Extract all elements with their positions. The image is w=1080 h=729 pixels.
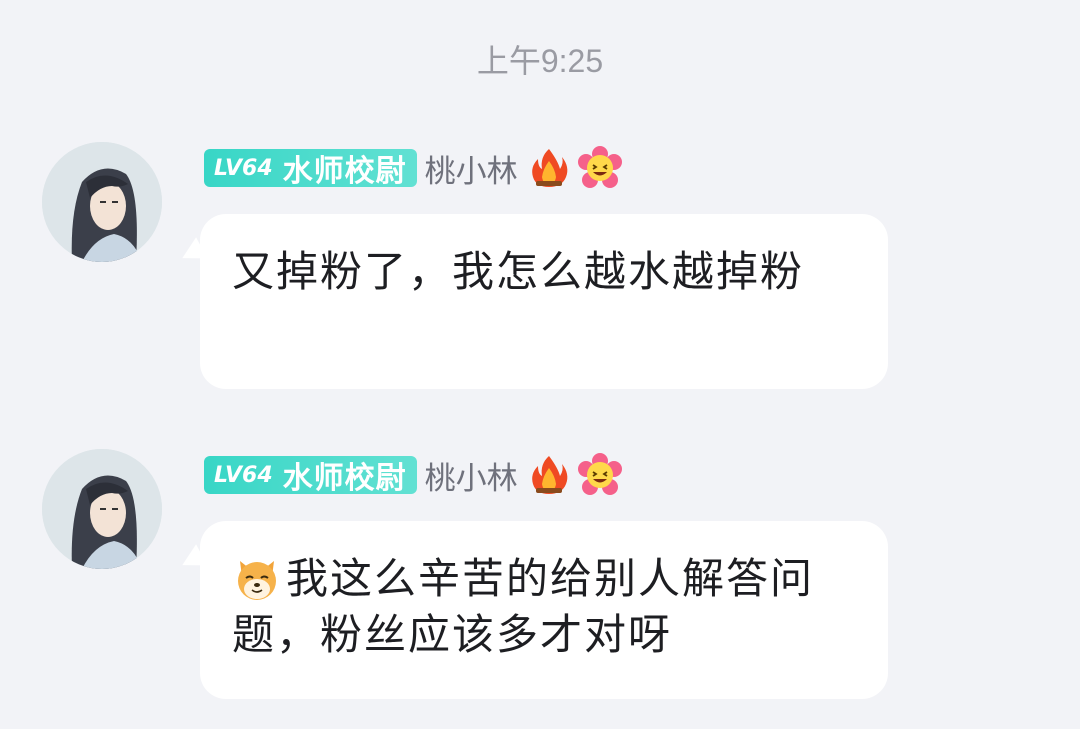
avatar[interactable] xyxy=(42,142,162,262)
message-timestamp: 上午9:25 xyxy=(476,43,604,79)
message-text: 又掉粉了，我怎么越水越掉粉 xyxy=(232,247,805,296)
message-text: 我这么辛苦的给别人解答问题，粉丝应该多才对呀 xyxy=(232,554,815,659)
message-bubble[interactable]: 我这么辛苦的给别人解答问题，粉丝应该多才对呀 xyxy=(200,521,888,699)
shiba-dog-icon xyxy=(238,561,276,600)
message-bubble[interactable]: 又掉粉了，我怎么越水越掉粉 xyxy=(200,214,888,389)
rank-title: 水师校尉 xyxy=(282,461,407,496)
fire-icon xyxy=(531,456,567,494)
username[interactable]: 桃小林 xyxy=(425,453,518,498)
level-badge[interactable]: LV64 水师校尉 xyxy=(204,456,417,496)
level-label: LV64 xyxy=(214,155,273,181)
level-label: LV64 xyxy=(214,462,273,488)
sender-info: LV64 水师校尉 桃小林 xyxy=(204,146,622,190)
laughing-flower-icon xyxy=(577,453,622,495)
level-badge[interactable]: LV64 水师校尉 xyxy=(204,149,417,189)
laughing-flower-icon xyxy=(577,146,622,188)
avatar[interactable] xyxy=(42,449,162,569)
rank-title: 水师校尉 xyxy=(282,154,407,189)
fire-icon xyxy=(531,149,567,187)
username[interactable]: 桃小林 xyxy=(425,146,518,191)
sender-info: LV64 水师校尉 桃小林 xyxy=(204,453,622,497)
